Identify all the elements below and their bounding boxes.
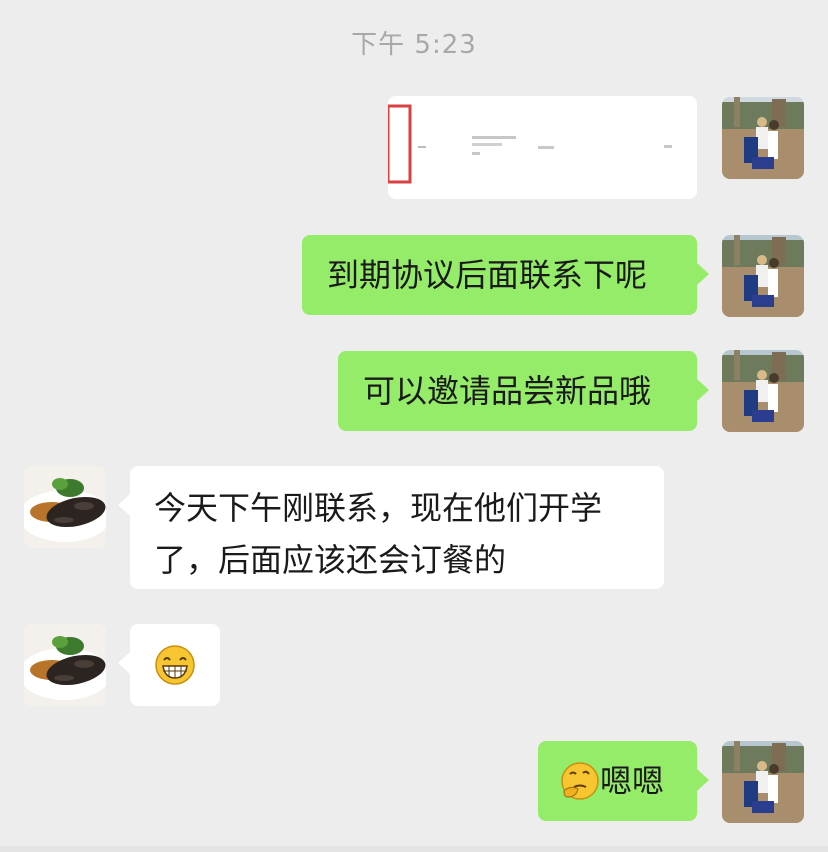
sent-message-bubble[interactable]: 可以邀请品尝新品哦	[338, 351, 709, 431]
message-text-line: 今天下午刚联系，现在他们开学	[154, 489, 603, 527]
message-text: 到期协议后面联系下呢	[327, 256, 648, 294]
image-message-thumbnail[interactable]	[388, 96, 697, 199]
food-dish-avatar-image	[24, 466, 106, 548]
thinking-face-emoji-icon	[561, 762, 599, 800]
grin-emoji-icon	[155, 645, 195, 685]
received-emoji-bubble[interactable]	[118, 624, 220, 706]
contact-avatar[interactable]	[24, 466, 106, 548]
screenshot-preview-image	[388, 96, 697, 199]
my-avatar[interactable]	[722, 97, 804, 179]
bottom-divider	[0, 846, 828, 852]
my-avatar[interactable]	[722, 741, 804, 823]
received-message-bubble[interactable]: 今天下午刚联系，现在他们开学 了，后面应该还会订餐的	[118, 466, 664, 589]
my-avatar[interactable]	[722, 350, 804, 432]
sent-message-bubble[interactable]: 到期协议后面联系下呢	[302, 235, 709, 315]
family-photo-avatar-image	[722, 97, 804, 179]
family-photo-avatar-image	[722, 350, 804, 432]
family-photo-avatar-image	[722, 235, 804, 317]
sent-message-bubble[interactable]: 嗯嗯	[538, 741, 709, 821]
contact-avatar[interactable]	[24, 624, 106, 706]
message-text: 嗯嗯	[600, 762, 665, 800]
message-text: 可以邀请品尝新品哦	[363, 372, 652, 410]
food-dish-avatar-image	[24, 624, 106, 706]
family-photo-avatar-image	[722, 741, 804, 823]
my-avatar[interactable]	[722, 235, 804, 317]
chat-timestamp: 下午 5:23	[351, 30, 477, 60]
message-text-line: 了，后面应该还会订餐的	[154, 541, 507, 579]
